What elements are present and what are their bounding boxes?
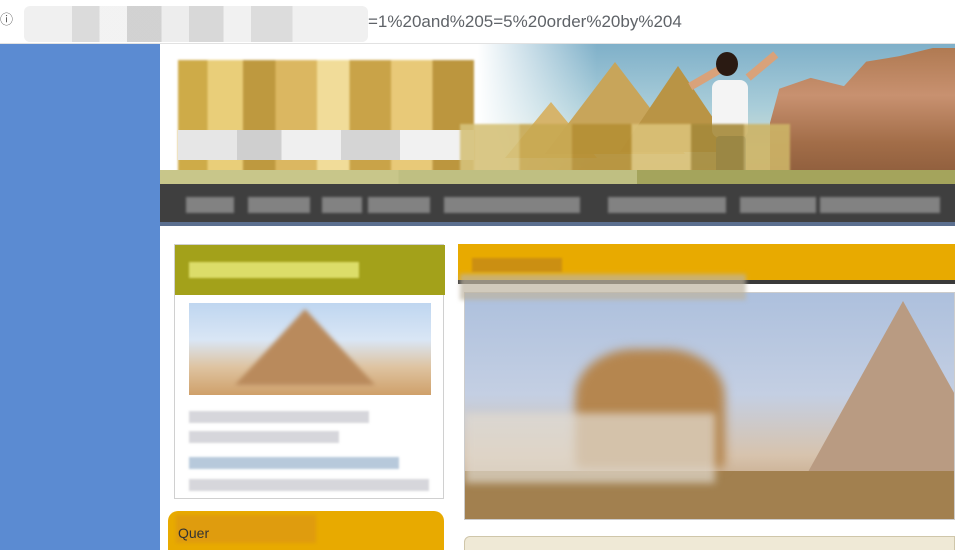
nav-item[interactable] <box>444 197 580 213</box>
sidebar-box-header <box>175 245 445 295</box>
content-bottom-panel <box>464 536 955 550</box>
photo-redacted-region <box>465 413 715 483</box>
nav-item[interactable] <box>740 197 816 213</box>
nav-item[interactable] <box>820 197 940 213</box>
query-box: Quer <box>168 511 444 550</box>
sidebar-text-redacted <box>189 431 339 443</box>
nav-item[interactable] <box>248 197 310 213</box>
sphinx-pyramid-photo[interactable] <box>464 292 955 520</box>
url-text[interactable]: =1%20and%205=5%20order%20by%204 <box>368 12 682 32</box>
pyramid-photo-shape <box>803 301 954 481</box>
browser-url-bar[interactable]: ⓘ =1%20and%205=5%20order%20by%204 <box>0 0 955 44</box>
nav-item[interactable] <box>608 197 726 213</box>
content-redacted-region <box>460 274 746 300</box>
website-content: Quer <box>160 44 955 550</box>
person-head <box>716 52 738 76</box>
left-background <box>0 44 160 550</box>
query-box-label: Quer <box>178 525 210 541</box>
nav-item[interactable] <box>322 197 362 213</box>
banner-redacted-region <box>460 124 790 174</box>
pyramid-thumbnail <box>235 309 375 385</box>
banner-bottom-strip <box>160 170 955 184</box>
info-icon[interactable]: ⓘ <box>0 13 13 29</box>
main-navigation <box>160 184 955 226</box>
header-banner <box>160 44 955 184</box>
content-title-redacted <box>472 258 562 272</box>
sidebar-feature-box <box>174 244 445 499</box>
sidebar-link-redacted[interactable] <box>189 457 399 469</box>
nav-item[interactable] <box>186 197 234 213</box>
logo-subtitle-redacted <box>178 130 474 160</box>
sidebar-text-redacted <box>189 479 429 491</box>
url-redacted-region <box>24 6 368 42</box>
sidebar-text-redacted <box>189 411 369 423</box>
nav-item[interactable] <box>368 197 430 213</box>
sidebar-box-title-redacted <box>189 262 359 278</box>
site-logo-redacted[interactable] <box>178 60 474 180</box>
